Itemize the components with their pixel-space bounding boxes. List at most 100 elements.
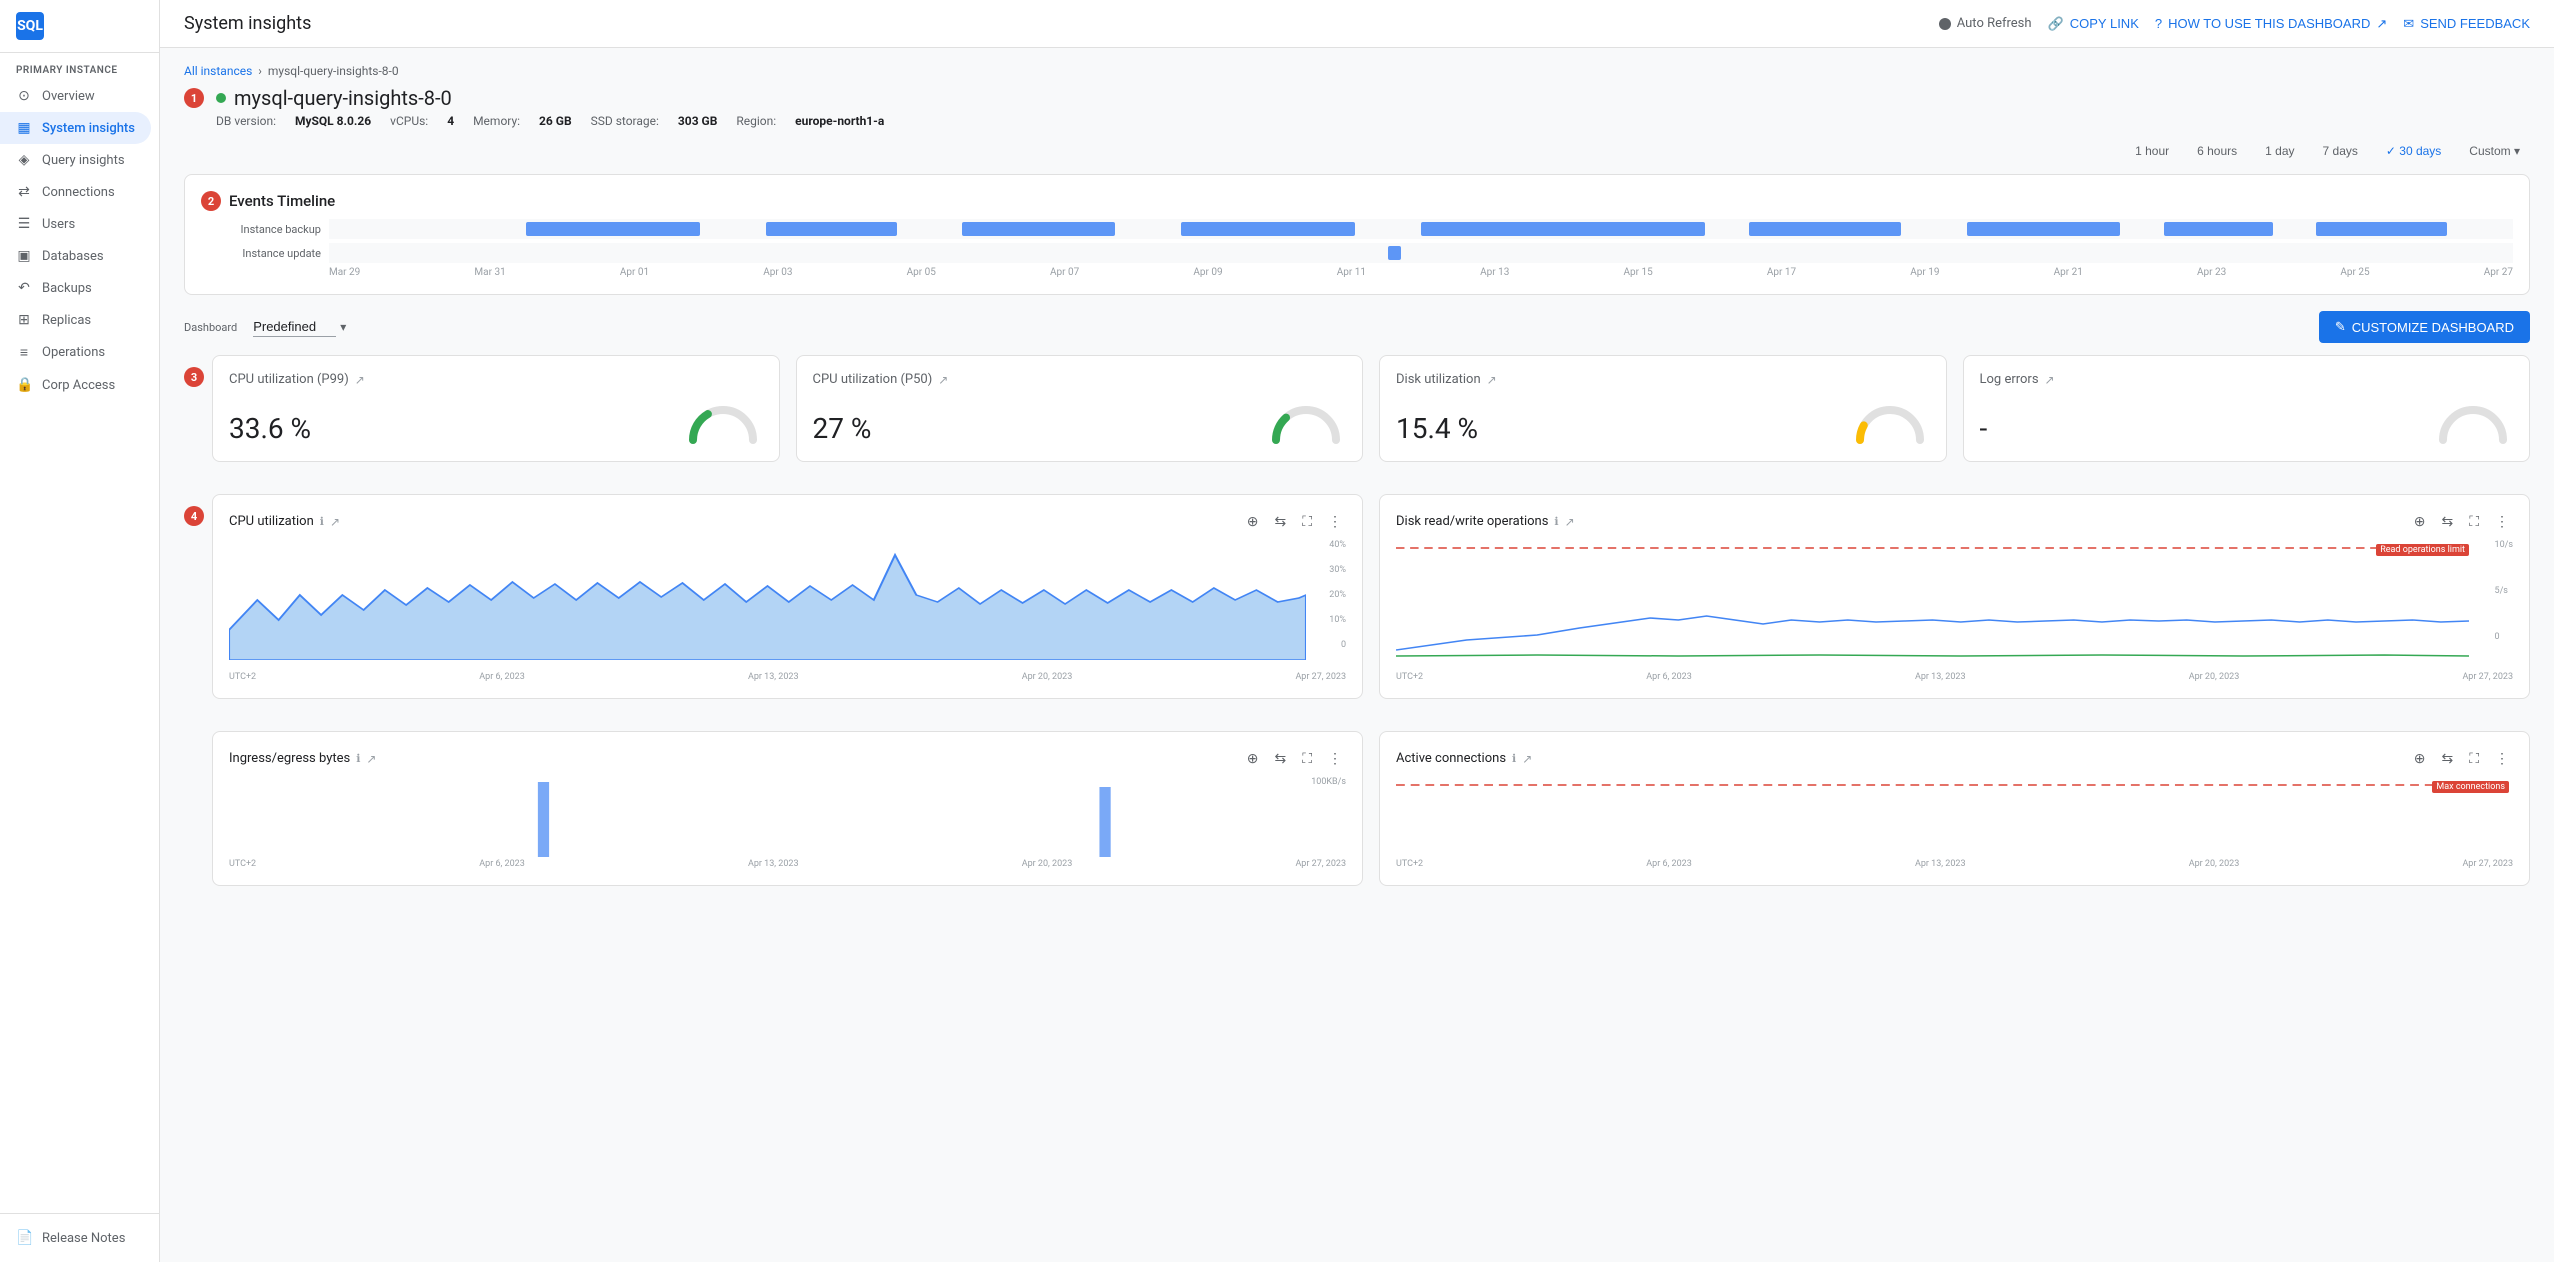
sidebar-header: SQL — [0, 0, 159, 53]
sidebar-item-corp-access[interactable]: 🔒Corp Access — [0, 369, 151, 401]
more-btn-ingress[interactable]: ⋮ — [1324, 748, 1346, 769]
dashboard-bar: Dashboard Predefined ▾ ✎ CUSTOMIZE DASHB… — [184, 311, 2530, 343]
share-icon-log-errors[interactable]: ↗ — [2045, 373, 2055, 387]
chevron-down-icon: ▾ — [340, 320, 346, 334]
chart-header-connections: Active connections ℹ ↗ ⊕ ⇆ ⛶ ⋮ — [1396, 748, 2513, 769]
zoom-btn-cpu[interactable]: ⊕ — [1243, 511, 1263, 532]
copy-link-button[interactable]: 🔗 COPY LINK — [2048, 16, 2139, 32]
timeline-row-update: Instance update — [201, 243, 2513, 263]
sidebar-section-label: PRIMARY INSTANCE — [0, 53, 159, 80]
sidebar-footer: 📄 Release Notes — [0, 1213, 159, 1262]
compare-btn-disk-rw[interactable]: ⇆ — [2437, 511, 2457, 532]
db-version: DB version: MySQL 8.0.26 — [216, 114, 371, 128]
customize-dashboard-button[interactable]: ✎ CUSTOMIZE DASHBOARD — [2319, 311, 2530, 343]
share-icon-disk[interactable]: ↗ — [1487, 373, 1497, 387]
chart-card-disk-rw: Disk read/write operations ℹ ↗ ⊕ ⇆ ⛶ ⋮ — [1379, 494, 2530, 699]
customize-label: CUSTOMIZE DASHBOARD — [2352, 320, 2514, 335]
feedback-label: SEND FEEDBACK — [2420, 16, 2530, 31]
gauge-cpu-p50 — [1266, 395, 1346, 445]
sidebar-item-query-insights[interactable]: ◈Query insights — [0, 144, 151, 176]
metric-value-cpu-p99: 33.6 % — [229, 412, 311, 445]
timeline-label-backup: Instance backup — [201, 223, 321, 236]
time-btn-30d[interactable]: ✓ 30 days — [2376, 140, 2451, 162]
operations-icon: ≡ — [16, 344, 32, 361]
link-icon: 🔗 — [2048, 16, 2064, 32]
dashboard-select-wrap: Dashboard Predefined ▾ — [184, 317, 346, 337]
chart-area-disk-rw: 10/s 5/s 0 Read operations limit — [1396, 540, 2513, 670]
sidebar-item-release-notes[interactable]: 📄 Release Notes — [0, 1222, 151, 1254]
share-icon-chart-cpu[interactable]: ↗ — [330, 515, 340, 529]
metric-card-cpu-p99: CPU utilization (P99) ↗ 33.6 % — [212, 355, 780, 462]
sidebar-item-backups[interactable]: ↶Backups — [0, 272, 151, 304]
info-icon-ingress[interactable]: ℹ — [356, 752, 360, 765]
share-icon-cpu-p50[interactable]: ↗ — [938, 373, 948, 387]
chart-x-start-disk: UTC+2 — [1396, 672, 1423, 682]
sidebar-item-overview[interactable]: ⊙Overview — [0, 80, 151, 112]
time-btn-1d[interactable]: 1 day — [2255, 140, 2304, 162]
step-badge-1: 1 — [184, 88, 204, 108]
update-bar-1 — [1388, 246, 1401, 260]
compare-btn-cpu[interactable]: ⇆ — [1270, 511, 1290, 532]
ssd-storage: SSD storage: 303 GB — [591, 114, 718, 128]
expand-btn-connections[interactable]: ⛶ — [2465, 748, 2483, 769]
expand-btn-disk-rw[interactable]: ⛶ — [2465, 511, 2483, 532]
time-range-bar: 1 hour 6 hours 1 day 7 days ✓ 30 days Cu… — [184, 140, 2530, 162]
release-notes-icon: 📄 — [16, 1230, 32, 1246]
chart-x-end-disk: Apr 27, 2023 — [2462, 672, 2513, 682]
zoom-btn-disk-rw[interactable]: ⊕ — [2410, 511, 2430, 532]
sidebar-label-query-insights: Query insights — [42, 153, 125, 168]
charts-section: 4 CPU utilization ℹ ↗ ⊕ ⇆ ⛶ — [184, 494, 2530, 715]
sidebar-item-system-insights[interactable]: ▦System insights — [0, 112, 151, 144]
compare-btn-connections[interactable]: ⇆ — [2437, 748, 2457, 769]
share-icon-chart-disk-rw[interactable]: ↗ — [1565, 515, 1575, 529]
connections-icon: ⇄ — [16, 184, 32, 200]
metric-value-log-errors: - — [1980, 412, 1988, 445]
sidebar-item-replicas[interactable]: ⊞Replicas — [0, 304, 151, 336]
sidebar-label-system-insights: System insights — [42, 121, 135, 136]
time-btn-6h[interactable]: 6 hours — [2187, 140, 2247, 162]
sidebar-item-connections[interactable]: ⇄Connections — [0, 176, 151, 208]
more-btn-disk-rw[interactable]: ⋮ — [2491, 511, 2513, 532]
metric-card-title-cpu-p99: CPU utilization (P99) ↗ — [229, 372, 763, 387]
info-icon-disk-rw[interactable]: ℹ — [1554, 515, 1558, 528]
more-btn-connections[interactable]: ⋮ — [2491, 748, 2513, 769]
sidebar-item-operations[interactable]: ≡Operations — [0, 336, 151, 369]
share-icon-ingress[interactable]: ↗ — [366, 752, 376, 766]
info-icon-cpu[interactable]: ℹ — [320, 515, 324, 528]
sidebar-item-users[interactable]: ☰Users — [0, 208, 151, 240]
chart-x-mid2-disk: Apr 13, 2023 — [1915, 672, 1966, 682]
gauge-cpu-p99 — [683, 395, 763, 445]
chart-title-ingress: Ingress/egress bytes ℹ ↗ — [229, 751, 376, 766]
expand-btn-cpu[interactable]: ⛶ — [1298, 511, 1316, 532]
info-icon-connections[interactable]: ℹ — [1512, 752, 1516, 765]
time-btn-1h[interactable]: 1 hour — [2125, 140, 2179, 162]
backups-icon: ↶ — [16, 280, 32, 296]
feedback-button[interactable]: ✉ SEND FEEDBACK — [2403, 16, 2530, 32]
how-to-button[interactable]: ? HOW TO USE THIS DASHBOARD ↗ — [2155, 16, 2387, 32]
time-btn-custom[interactable]: Custom ▾ — [2459, 140, 2530, 162]
sidebar-item-databases[interactable]: ▣Databases — [0, 240, 151, 272]
chart-area-ingress: 100KB/s — [229, 777, 1346, 857]
replicas-icon: ⊞ — [16, 312, 32, 328]
backup-bar-3 — [962, 222, 1115, 236]
dashboard-select[interactable]: Predefined — [253, 317, 336, 337]
time-btn-7d[interactable]: 7 days — [2313, 140, 2368, 162]
chart-x-end-cpu: Apr 27, 2023 — [1295, 672, 1346, 682]
zoom-btn-ingress[interactable]: ⊕ — [1243, 748, 1263, 769]
more-btn-cpu[interactable]: ⋮ — [1324, 511, 1346, 532]
expand-btn-ingress[interactable]: ⛶ — [1298, 748, 1316, 769]
ingress-chart-svg — [229, 777, 1296, 857]
timeline-label-update: Instance update — [201, 247, 321, 260]
read-ops-limit-label: Read operations limit — [2376, 544, 2469, 556]
breadcrumb-all-instances[interactable]: All instances — [184, 64, 252, 78]
zoom-btn-connections[interactable]: ⊕ — [2410, 748, 2430, 769]
auto-refresh[interactable]: Auto Refresh — [1939, 16, 2032, 31]
compare-btn-ingress[interactable]: ⇆ — [1270, 748, 1290, 769]
share-icon-cpu-p99[interactable]: ↗ — [355, 373, 365, 387]
chart-footer-disk-rw: UTC+2 Apr 6, 2023 Apr 13, 2023 Apr 20, 2… — [1396, 672, 2513, 682]
share-icon-connections[interactable]: ↗ — [1522, 752, 1532, 766]
top-bar: System insights Auto Refresh 🔗 COPY LINK… — [160, 0, 2554, 48]
users-icon: ☰ — [16, 216, 32, 232]
sidebar-label-overview: Overview — [42, 89, 95, 104]
chart-x-mid1-cpu: Apr 6, 2023 — [479, 672, 525, 682]
